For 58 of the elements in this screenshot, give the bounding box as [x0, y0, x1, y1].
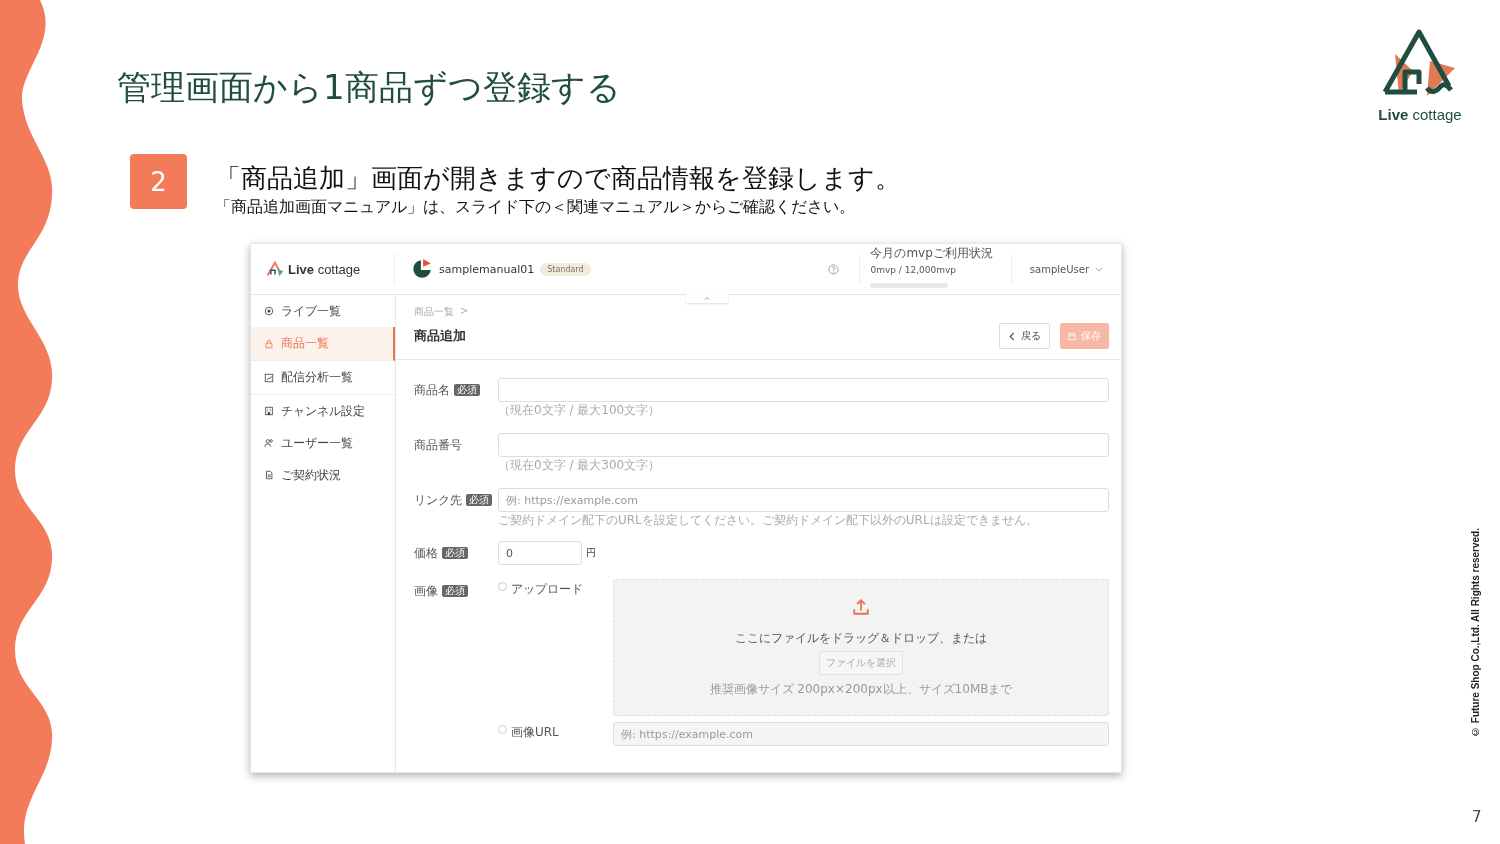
field-hint: ご契約ドメイン配下のURLを設定してください。ご契約ドメイン配下以外のURLは設定できません。 — [498, 514, 1039, 527]
play-circle-icon — [264, 306, 274, 316]
user-menu[interactable]: sampleUser — [1011, 263, 1121, 275]
text-field[interactable]: 例: https://example.com — [498, 488, 1109, 512]
back-button[interactable]: 戻る — [999, 323, 1050, 349]
sidebar-item[interactable]: 配信分析一覧 — [251, 361, 395, 395]
breadcrumb-separator: > — [460, 305, 469, 318]
sidebar-item[interactable]: チャンネル設定 — [251, 395, 395, 427]
required-tag: 必須 — [442, 547, 468, 559]
page-number: 7 — [1472, 808, 1482, 826]
required-tag: 必須 — [466, 494, 492, 506]
sidebar-item[interactable]: ユーザー一覧 — [251, 427, 395, 459]
house-logo-icon — [265, 259, 285, 279]
field-label: 画像 — [414, 582, 438, 600]
step-heading: 「商品追加」画面が開きますので商品情報を登録します。 — [215, 162, 901, 195]
image-url-field[interactable]: 例: https://example.com — [613, 722, 1109, 746]
shop-name: samplemanual01 — [439, 262, 535, 276]
text-field[interactable] — [498, 378, 1109, 402]
field-label: 商品名 — [414, 381, 450, 399]
collapse-tab[interactable] — [686, 294, 728, 303]
radio-label: 画像URL — [511, 724, 559, 741]
help-icon[interactable] — [828, 263, 840, 275]
chevron-left-icon — [1008, 331, 1016, 341]
slide-title: 管理画面から1商品ずつ登録する — [117, 66, 622, 109]
currency-unit: 円 — [586, 546, 596, 560]
brand-name: Live cottage — [1378, 106, 1462, 123]
document-icon — [264, 470, 274, 480]
page-title: 商品追加 — [414, 327, 466, 345]
text-field[interactable] — [498, 433, 1109, 457]
field-label: 商品番号 — [414, 436, 462, 454]
plan-badge: Standard — [540, 262, 591, 276]
price-field[interactable]: 0 — [498, 541, 582, 565]
required-tag: 必須 — [454, 384, 480, 396]
chart-icon — [264, 372, 274, 383]
required-tag: 必須 — [442, 585, 468, 597]
field-hint: （現在0文字 / 最大300文字） — [498, 459, 662, 472]
building-icon — [264, 406, 274, 416]
sidebar-item[interactable]: ライブ一覧 — [251, 295, 395, 327]
field-label: リンク先 — [414, 491, 462, 509]
upload-icon — [852, 598, 870, 616]
copyright: © Future Shop Co.,Ltd. All Rights reserved. — [1470, 528, 1481, 737]
drop-instructions: ここにファイルをドラッグ＆ドロップ、または — [735, 630, 987, 647]
save-icon — [1068, 331, 1076, 341]
sidebar-item[interactable]: ご契約状況 — [251, 459, 395, 491]
chevron-down-icon — [1095, 266, 1103, 272]
image-size-note: 推奨画像サイズ 200px×200px以上、サイズ10MBまで — [709, 681, 1013, 698]
pie-chart-icon — [411, 258, 433, 280]
app-logo-text: Live cottage — [288, 261, 361, 277]
usage-label: 今月のmvpご利用状況 — [870, 244, 993, 262]
users-icon — [264, 438, 274, 448]
shopping-bag-icon — [264, 338, 274, 349]
radio-label: アップロード — [511, 581, 583, 598]
step-number: 2 — [130, 154, 187, 209]
field-hint: （現在0文字 / 最大100文字） — [498, 404, 662, 417]
field-label: 価格 — [414, 544, 438, 562]
step-note: 「商品追加画面マニュアル」は、スライド下の＜関連マニュアル＞からご確認ください。 — [215, 197, 856, 217]
usage-value: 0mvp / 12,000mvp — [870, 264, 957, 275]
drop-zone[interactable]: ここにファイルをドラッグ＆ドロップ、または ファイルを選択 推奨画像サイズ 200px×200px以上、サイズ10MBまで — [613, 579, 1109, 716]
